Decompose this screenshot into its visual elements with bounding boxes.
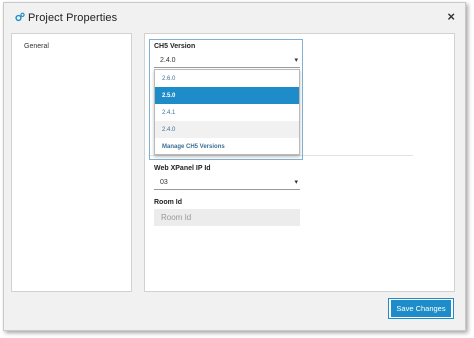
ch5-version-option[interactable]: 2.4.1 — [155, 104, 299, 121]
close-icon[interactable]: × — [447, 10, 455, 24]
web-xpanel-ip-id-select[interactable]: 03 ▾ — [154, 175, 300, 190]
title-bar: Project Properties × — [4, 3, 465, 33]
ch5-version-label: CH5 Version — [154, 43, 196, 50]
web-xpanel-ip-id-label: Web XPanel IP Id — [154, 165, 211, 172]
ch5-version-option[interactable]: 2.4.0 — [155, 121, 299, 138]
ch5-version-value: 2.4.0 — [160, 57, 176, 64]
ch5-version-option-highlighted[interactable]: 2.5.0 — [155, 87, 299, 104]
room-id-label: Room Id — [154, 199, 182, 206]
chevron-down-icon: ▾ — [294, 57, 298, 64]
gear-cluster-icon — [15, 12, 25, 22]
ch5-version-option[interactable]: 2.6.0 — [155, 70, 299, 87]
ch5-version-select[interactable]: 2.4.0 ▾ — [154, 53, 300, 68]
dialog-title: Project Properties — [28, 12, 118, 24]
web-xpanel-ip-id-value: 03 — [160, 179, 168, 186]
manage-ch5-versions-link[interactable]: Manage CH5 Versions — [155, 138, 299, 155]
save-changes-button[interactable]: Save Changes — [391, 300, 451, 317]
sidebar-item-general[interactable]: General — [24, 43, 49, 50]
sidebar: General — [11, 33, 132, 292]
chevron-down-icon: ▾ — [294, 179, 298, 186]
ch5-version-dropdown: 2.6.0 2.5.0 2.4.1 2.4.0 Manage CH5 Versi… — [154, 69, 300, 155]
room-id-input[interactable] — [154, 209, 300, 226]
